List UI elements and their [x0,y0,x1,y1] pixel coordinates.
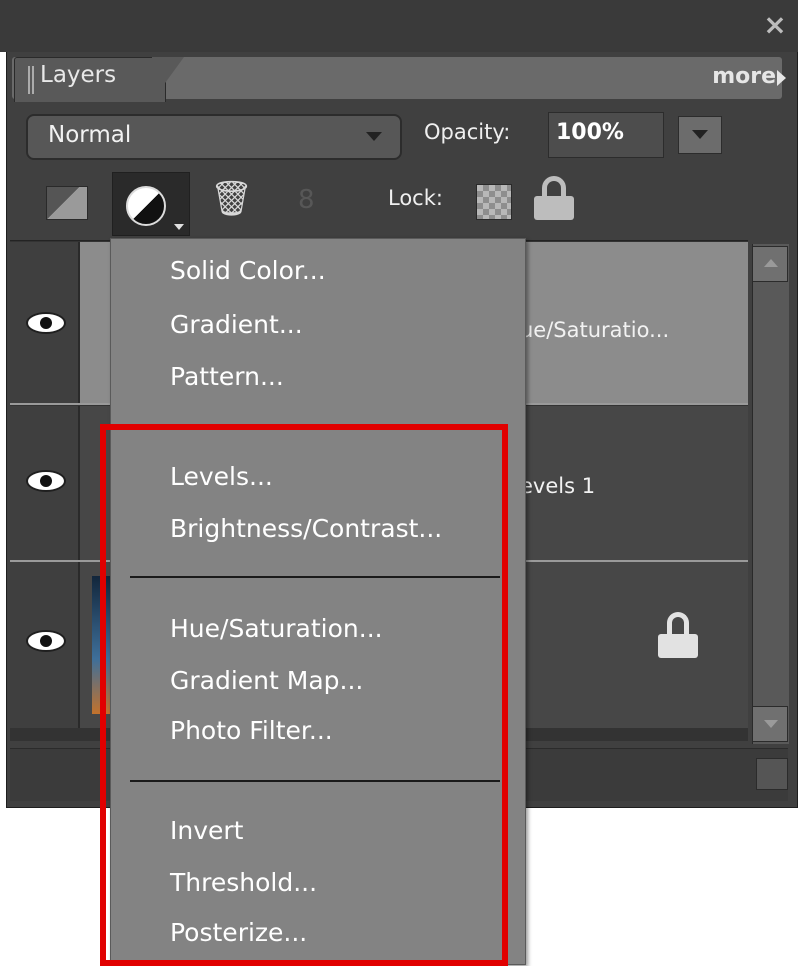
eye-pupil [40,475,52,487]
menu-separator [130,780,500,782]
menu-item-gradient-map[interactable]: Gradient Map... [170,666,363,695]
layer-name: ue/Saturatio... [520,318,670,342]
layer-thumbnail [92,576,110,714]
caret-down-icon [174,224,184,230]
menu-item-posterize[interactable]: Posterize... [170,918,307,947]
eye-pupil [40,317,52,329]
eye-icon[interactable] [26,630,66,652]
menu-separator [130,576,500,578]
menu-item-levels[interactable]: Levels... [170,462,273,491]
eye-pupil [40,635,52,647]
adjustment-layer-menu [110,238,526,965]
tab-layers-edge [152,57,184,101]
lock-body [658,634,698,658]
menu-item-brightness-contrast[interactable]: Brightness/Contrast... [170,514,442,543]
opacity-value: 100% [556,120,624,145]
lock-transparency-icon[interactable] [476,184,512,220]
eye-icon[interactable] [26,312,66,334]
lock-shackle [667,612,689,634]
grip-icon[interactable] [28,66,36,94]
triangle-right-icon[interactable] [777,70,786,86]
opacity-label: Opacity: [424,120,511,144]
menu-item-hue-saturation[interactable]: Hue/Saturation... [170,614,383,643]
scroll-down-icon[interactable] [752,706,788,742]
half-circle-adjustment-icon [126,186,166,226]
menu-item-solid-color[interactable]: Solid Color... [170,256,326,285]
panel-title-bar [0,0,798,52]
lock-icon [658,612,698,658]
trash-icon[interactable]: 🗑 [210,180,253,218]
chevron-down-icon [692,130,708,139]
link-icon[interactable]: 8 [298,180,315,220]
menu-item-photo-filter[interactable]: Photo Filter... [170,716,333,745]
more-menu-button[interactable]: more [712,64,776,89]
tab-layers-label: Layers [40,62,117,88]
new-layer-icon[interactable] [46,186,88,220]
lock-label: Lock: [388,186,443,210]
scroll-up-icon[interactable] [752,246,788,282]
blend-mode-value: Normal [48,122,132,148]
layer-name: evels 1 [520,474,596,498]
eye-icon[interactable] [26,470,66,492]
menu-item-pattern[interactable]: Pattern... [170,362,284,391]
resize-grip-icon[interactable] [756,758,788,790]
menu-item-gradient[interactable]: Gradient... [170,310,303,339]
scrollbar[interactable] [752,244,789,744]
close-icon[interactable]: × [760,10,790,40]
chevron-down-icon[interactable] [366,132,382,141]
menu-item-threshold[interactable]: Threshold... [170,868,317,897]
menu-item-invert[interactable]: Invert [170,816,243,845]
lock-icon[interactable] [534,176,574,220]
lock-body [534,196,574,220]
